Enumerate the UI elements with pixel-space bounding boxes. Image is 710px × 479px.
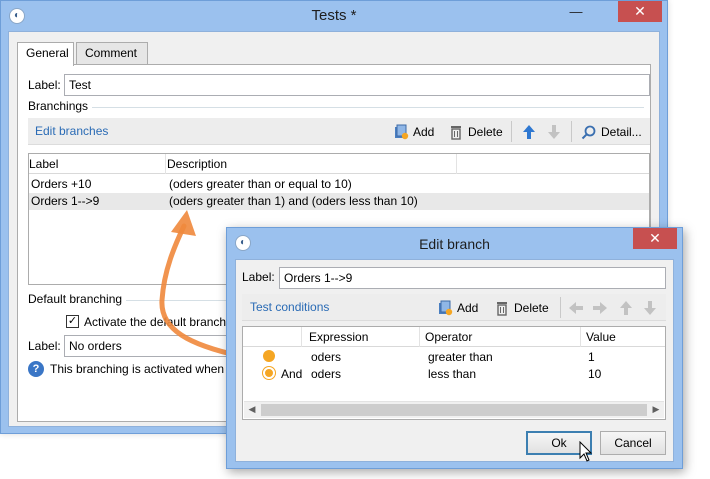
column-description[interactable]: Description [167, 157, 227, 171]
activate-default-checkbox[interactable]: ✓ [66, 315, 79, 328]
add-icon [437, 300, 453, 316]
move-up-button[interactable] [618, 298, 634, 318]
default-label-caption: Label: [28, 339, 61, 353]
delete-label: Delete [468, 125, 503, 139]
column-separator [301, 327, 302, 347]
toolbar-separator [511, 121, 512, 142]
move-left-button[interactable] [568, 298, 584, 318]
condition-dot-icon [263, 350, 275, 362]
row-label: Orders +10 [31, 177, 92, 191]
branches-toolbar: Edit branches Add Delete Detail... [28, 118, 650, 145]
column-separator [419, 327, 420, 347]
scroll-left-icon[interactable]: ◀ [244, 404, 260, 415]
title-bar: ◐ Tests * — ✕ [1, 1, 667, 31]
add-label: Add [413, 125, 435, 139]
activate-default-label: Activate the default branchi [84, 315, 229, 329]
delete-button[interactable]: Delete [448, 122, 503, 142]
move-up-button[interactable] [521, 122, 537, 142]
test-conditions-link[interactable]: Test conditions [250, 300, 329, 314]
condition-and-icon [263, 367, 275, 379]
row-operator: less than [428, 367, 477, 381]
row-connector: And [281, 367, 303, 381]
dialog-title: Edit branch [419, 236, 490, 252]
dialog-client: Label: Orders 1-->9 Test conditions Add … [235, 259, 674, 462]
arrow-down-icon [642, 300, 658, 316]
row-operator: greater than [428, 350, 493, 364]
grid-header: Label Description [29, 154, 649, 174]
tab-comment[interactable]: Comment [76, 42, 148, 64]
arrow-up-icon [521, 124, 537, 140]
condition-add-button[interactable]: Add [437, 298, 478, 318]
move-down-button[interactable] [546, 122, 562, 142]
scrollbar-thumb[interactable] [261, 404, 647, 416]
edit-branches-link[interactable]: Edit branches [35, 124, 108, 138]
add-icon [393, 124, 409, 140]
toolbar-separator [571, 121, 572, 142]
row-expression: oders [311, 367, 342, 381]
table-row[interactable]: oders greater than 1 [243, 349, 665, 366]
trash-icon [448, 124, 464, 140]
column-separator [165, 154, 166, 174]
scroll-right-icon[interactable]: ▶ [648, 404, 664, 415]
minimize-button[interactable]: — [563, 4, 589, 22]
add-button[interactable]: Add [393, 122, 434, 142]
delete-label: Delete [514, 301, 549, 315]
arrow-left-icon [568, 300, 584, 316]
dialog-label-input[interactable]: Orders 1-->9 [279, 267, 666, 289]
column-separator [580, 327, 581, 347]
edit-branch-dialog: ◐ Edit branch ✕ Label: Orders 1-->9 Test… [226, 227, 683, 469]
grid-header: Expression Operator Value [243, 327, 665, 347]
column-operator[interactable]: Operator [425, 330, 472, 344]
arrow-down-icon [546, 124, 562, 140]
column-expression[interactable]: Expression [309, 330, 368, 344]
conditions-grid: Expression Operator Value oders greater … [242, 326, 666, 420]
horizontal-scrollbar[interactable]: ◀ ▶ [244, 401, 664, 418]
table-row-selected[interactable]: Orders 1-->9 (oders greater than 1) and … [29, 193, 649, 210]
row-value: 1 [588, 350, 595, 364]
cancel-button[interactable]: Cancel [600, 431, 666, 455]
dialog-title-bar: ◐ Edit branch ✕ [227, 228, 682, 258]
dialog-close-button[interactable]: ✕ [633, 228, 677, 249]
move-right-button[interactable] [592, 298, 608, 318]
tab-general[interactable]: General [17, 42, 74, 66]
condition-delete-button[interactable]: Delete [494, 298, 549, 318]
table-row[interactable]: And oders less than 10 [243, 366, 665, 383]
detail-label: Detail... [601, 125, 642, 139]
mouse-cursor-icon [579, 441, 593, 462]
add-label: Add [457, 301, 479, 315]
label-caption: Label: [28, 78, 61, 92]
trash-icon [494, 300, 510, 316]
magnifier-icon [581, 124, 597, 140]
arrow-right-icon [592, 300, 608, 316]
column-separator [456, 154, 457, 174]
dialog-label-caption: Label: [242, 270, 275, 284]
row-expression: oders [311, 350, 342, 364]
section-divider [28, 107, 644, 108]
label-input[interactable]: Test [64, 74, 650, 96]
detail-button[interactable]: Detail... [581, 122, 642, 142]
table-row[interactable]: Orders +10 (oders greater than or equal … [29, 176, 649, 193]
default-branching-title: Default branching [28, 292, 127, 306]
help-text: This branching is activated when t [50, 362, 231, 376]
help-icon: ? [28, 361, 44, 377]
column-label[interactable]: Label [29, 157, 58, 171]
branchings-title: Branchings [28, 99, 93, 113]
arrow-up-icon [618, 300, 634, 316]
column-value[interactable]: Value [586, 330, 616, 344]
move-down-button[interactable] [642, 298, 658, 318]
close-button[interactable]: ✕ [618, 1, 662, 22]
row-description: (oders greater than or equal to 10) [169, 177, 352, 191]
row-value: 10 [588, 367, 602, 381]
conditions-toolbar: Test conditions Add Delete [242, 294, 666, 321]
row-description: (oders greater than 1) and (oders less t… [169, 194, 418, 208]
toolbar-separator [560, 297, 561, 318]
row-label: Orders 1-->9 [31, 194, 100, 208]
